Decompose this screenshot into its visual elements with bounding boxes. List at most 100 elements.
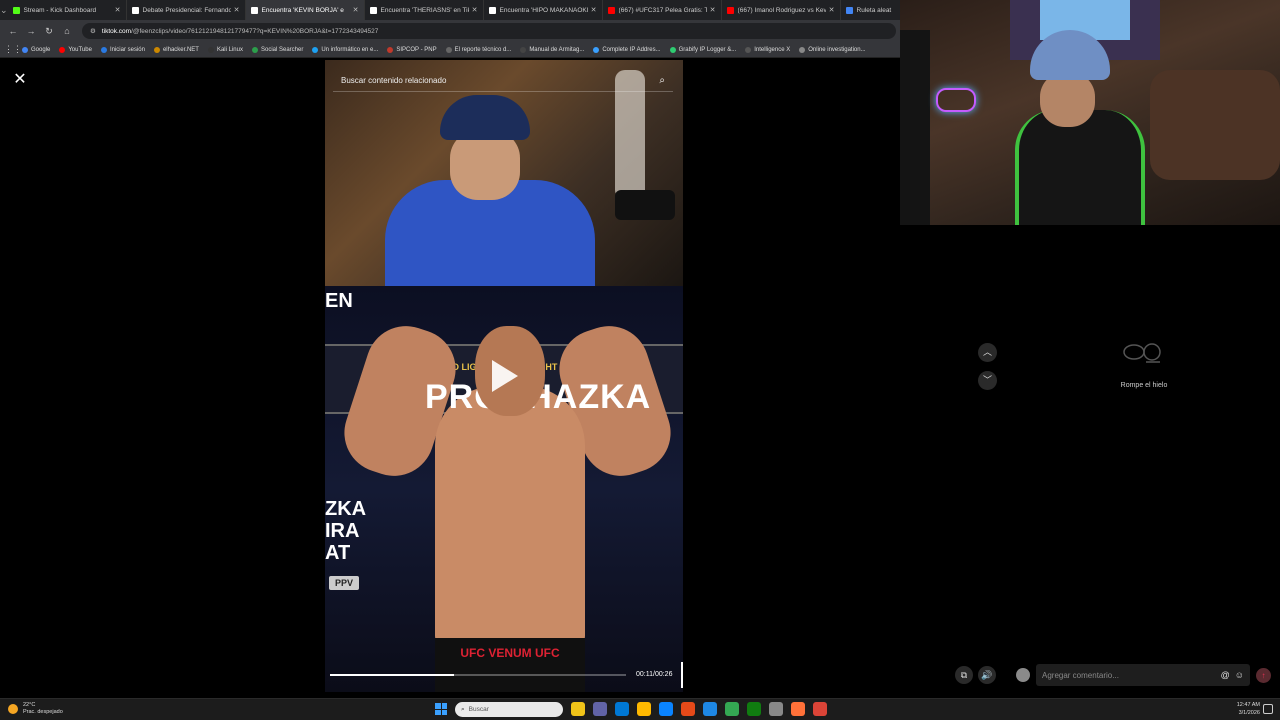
tab-title: Ruleta aleat bbox=[856, 6, 892, 14]
mention-icon[interactable]: @ bbox=[1221, 670, 1230, 680]
bookmark-label: Complete IP Addres... bbox=[602, 46, 661, 53]
volume-icon[interactable]: 🔊 bbox=[978, 666, 996, 684]
forward-icon[interactable]: → bbox=[22, 26, 40, 36]
reload-icon[interactable]: ↻ bbox=[40, 26, 58, 37]
bookmark-item[interactable]: Manual de Armitag... bbox=[520, 46, 585, 53]
pip-icon[interactable]: ⧉ bbox=[955, 666, 973, 684]
taskbar-app-icon[interactable] bbox=[593, 702, 607, 716]
bookmark-item[interactable]: Grabify IP Logger &... bbox=[669, 46, 736, 53]
bookmark-item[interactable]: YouTube bbox=[59, 46, 92, 53]
bookmark-item[interactable]: Social Searcher bbox=[251, 46, 303, 53]
bookmark-favicon-icon bbox=[669, 46, 676, 53]
bookmark-item[interactable]: Iniciar sesión bbox=[100, 46, 145, 53]
apps-grid-icon[interactable]: ⋮⋮ bbox=[4, 44, 22, 55]
bookmark-item[interactable]: Kali Linux bbox=[207, 46, 243, 53]
bookmark-favicon-icon bbox=[593, 46, 600, 53]
taskbar-app-icon[interactable] bbox=[637, 702, 651, 716]
video-progress-bar[interactable] bbox=[330, 674, 626, 676]
tab-title: (667) #UFC317 Pelea Gratis: Top bbox=[618, 6, 707, 14]
bookmark-item[interactable]: Intelligence X bbox=[745, 46, 790, 53]
taskbar-app-icon[interactable] bbox=[681, 702, 695, 716]
notification-icon[interactable] bbox=[1263, 704, 1273, 714]
emoji-icon[interactable]: ☺ bbox=[1235, 670, 1244, 680]
back-icon[interactable]: ← bbox=[4, 26, 22, 36]
taskbar-app-icon[interactable] bbox=[571, 702, 585, 716]
corner-text: EN bbox=[325, 290, 353, 312]
browser-tab[interactable]: Encuentra 'HIPO MAKANAOKI' ✕ bbox=[484, 0, 603, 20]
weather-widget[interactable]: 22°C Prac. despejado bbox=[8, 702, 63, 716]
bookmark-label: Manual de Armitag... bbox=[529, 46, 585, 53]
send-comment-button[interactable]: ↑ bbox=[1256, 668, 1271, 683]
bookmark-label: Iniciar sesión bbox=[109, 46, 145, 53]
tab-favicon-icon bbox=[250, 6, 258, 14]
taskbar-app-icon[interactable] bbox=[791, 702, 805, 716]
windows-start-icon[interactable] bbox=[435, 703, 447, 715]
side-text: ZKA IRA AT bbox=[325, 498, 366, 564]
play-icon[interactable] bbox=[492, 360, 518, 392]
system-clock[interactable]: 12:47 AM 3/1/2026 bbox=[1226, 701, 1260, 717]
search-icon[interactable]: ⌕ bbox=[659, 75, 665, 86]
bookmark-item[interactable]: elhacker.NET bbox=[153, 46, 199, 53]
browser-tab[interactable]: Encuentra 'THERIASNS' en TikT ✕ bbox=[365, 0, 484, 20]
taskbar-app-icon[interactable] bbox=[769, 702, 783, 716]
next-video-button[interactable]: ﹀ bbox=[978, 371, 997, 390]
tab-close-icon[interactable]: ✕ bbox=[591, 6, 597, 14]
tab-favicon-icon bbox=[12, 6, 20, 14]
windows-taskbar: 22°C Prac. despejado ⌕ Buscar 12:47 AM 3… bbox=[0, 698, 1280, 720]
bookmark-item[interactable]: SIPCOP - PNP bbox=[387, 46, 437, 53]
previous-video-button[interactable]: ︿ bbox=[978, 343, 997, 362]
video-progress-fill bbox=[330, 674, 455, 676]
bookmark-item[interactable]: Complete IP Addres... bbox=[593, 46, 661, 53]
browser-tab[interactable]: Encuentra 'KEVIN BORJA' e ✕ bbox=[245, 0, 365, 20]
bookmark-item[interactable]: Un informático en e... bbox=[312, 46, 378, 53]
bookmarks-bar: ⋮⋮ Google YouTube Iniciar sesión elhacker.N… bbox=[0, 42, 900, 58]
browser-tab[interactable]: Stream - Kick Dashboard ✕ bbox=[8, 0, 127, 20]
related-search-bar[interactable]: Buscar contenido relacionado ⌕ bbox=[333, 70, 673, 92]
scrollbar-thumb[interactable] bbox=[681, 662, 683, 688]
tab-close-icon[interactable]: ✕ bbox=[353, 6, 359, 14]
clock-time: 12:47 AM bbox=[1236, 702, 1260, 708]
close-video-button[interactable]: ✕ bbox=[11, 71, 29, 89]
browser-tab[interactable]: Debate Presidencial: Fernando ✕ bbox=[127, 0, 246, 20]
taskbar-app-icon[interactable] bbox=[747, 702, 761, 716]
tab-close-icon[interactable]: ✕ bbox=[472, 6, 478, 14]
taskbar-app-icon[interactable] bbox=[703, 702, 717, 716]
taskbar-search[interactable]: ⌕ Buscar bbox=[455, 702, 563, 717]
taskbar-app-icon[interactable] bbox=[615, 702, 629, 716]
sun-icon bbox=[8, 704, 18, 714]
taskbar-app-icon[interactable] bbox=[725, 702, 739, 716]
bookmark-label: elhacker.NET bbox=[162, 46, 199, 53]
fighter-body bbox=[435, 386, 585, 656]
bookmark-item[interactable]: El reporte técnico d... bbox=[445, 46, 511, 53]
video-streamer-frame: Buscar contenido relacionado ⌕ bbox=[325, 60, 683, 290]
tab-close-icon[interactable]: ✕ bbox=[710, 6, 716, 14]
bookmark-item[interactable]: Online investigation... bbox=[799, 46, 866, 53]
url-field[interactable]: ⚙ tiktok.com/@feenzclips/video/761212194… bbox=[82, 23, 896, 39]
avatar bbox=[1016, 668, 1030, 682]
bookmark-item[interactable]: Google bbox=[22, 46, 50, 53]
tab-close-icon[interactable]: ✕ bbox=[115, 6, 121, 14]
browser-tab[interactable]: (667) #UFC317 Pelea Gratis: Top ✕ bbox=[603, 0, 722, 20]
comment-input[interactable]: Agregar comentario... @ ☺ bbox=[1036, 664, 1250, 686]
tab-close-icon[interactable]: ✕ bbox=[829, 6, 835, 14]
bookmark-favicon-icon bbox=[59, 46, 66, 53]
bookmark-favicon-icon bbox=[387, 46, 394, 53]
taskbar-apps bbox=[571, 702, 835, 716]
site-info-icon[interactable]: ⚙ bbox=[90, 27, 96, 35]
browser-tab[interactable]: Ruleta aleat✕ bbox=[841, 0, 900, 20]
taskbar-app-icon[interactable] bbox=[659, 702, 673, 716]
bookmark-label: Kali Linux bbox=[216, 46, 243, 53]
tab-list-icon[interactable]: ⌄ bbox=[0, 0, 8, 20]
tab-close-icon[interactable]: ✕ bbox=[234, 6, 240, 14]
bookmark-favicon-icon bbox=[251, 46, 258, 53]
taskbar-app-icon[interactable] bbox=[813, 702, 827, 716]
bookmark-favicon-icon bbox=[22, 46, 28, 53]
home-icon[interactable]: ⌂ bbox=[58, 26, 76, 36]
webcam-chair bbox=[900, 30, 930, 225]
related-search-placeholder: Buscar contenido relacionado bbox=[341, 76, 447, 85]
url-path: /@feenzclips/video/7612121948121779477?q… bbox=[131, 27, 379, 35]
tab-title: Encuentra 'KEVIN BORJA' e bbox=[261, 6, 344, 14]
streamer-cap bbox=[440, 95, 530, 140]
browser-tab[interactable]: (667) Imanol Rodriguez vs Kevi ✕ bbox=[722, 0, 841, 20]
bookmark-favicon-icon bbox=[445, 46, 452, 53]
